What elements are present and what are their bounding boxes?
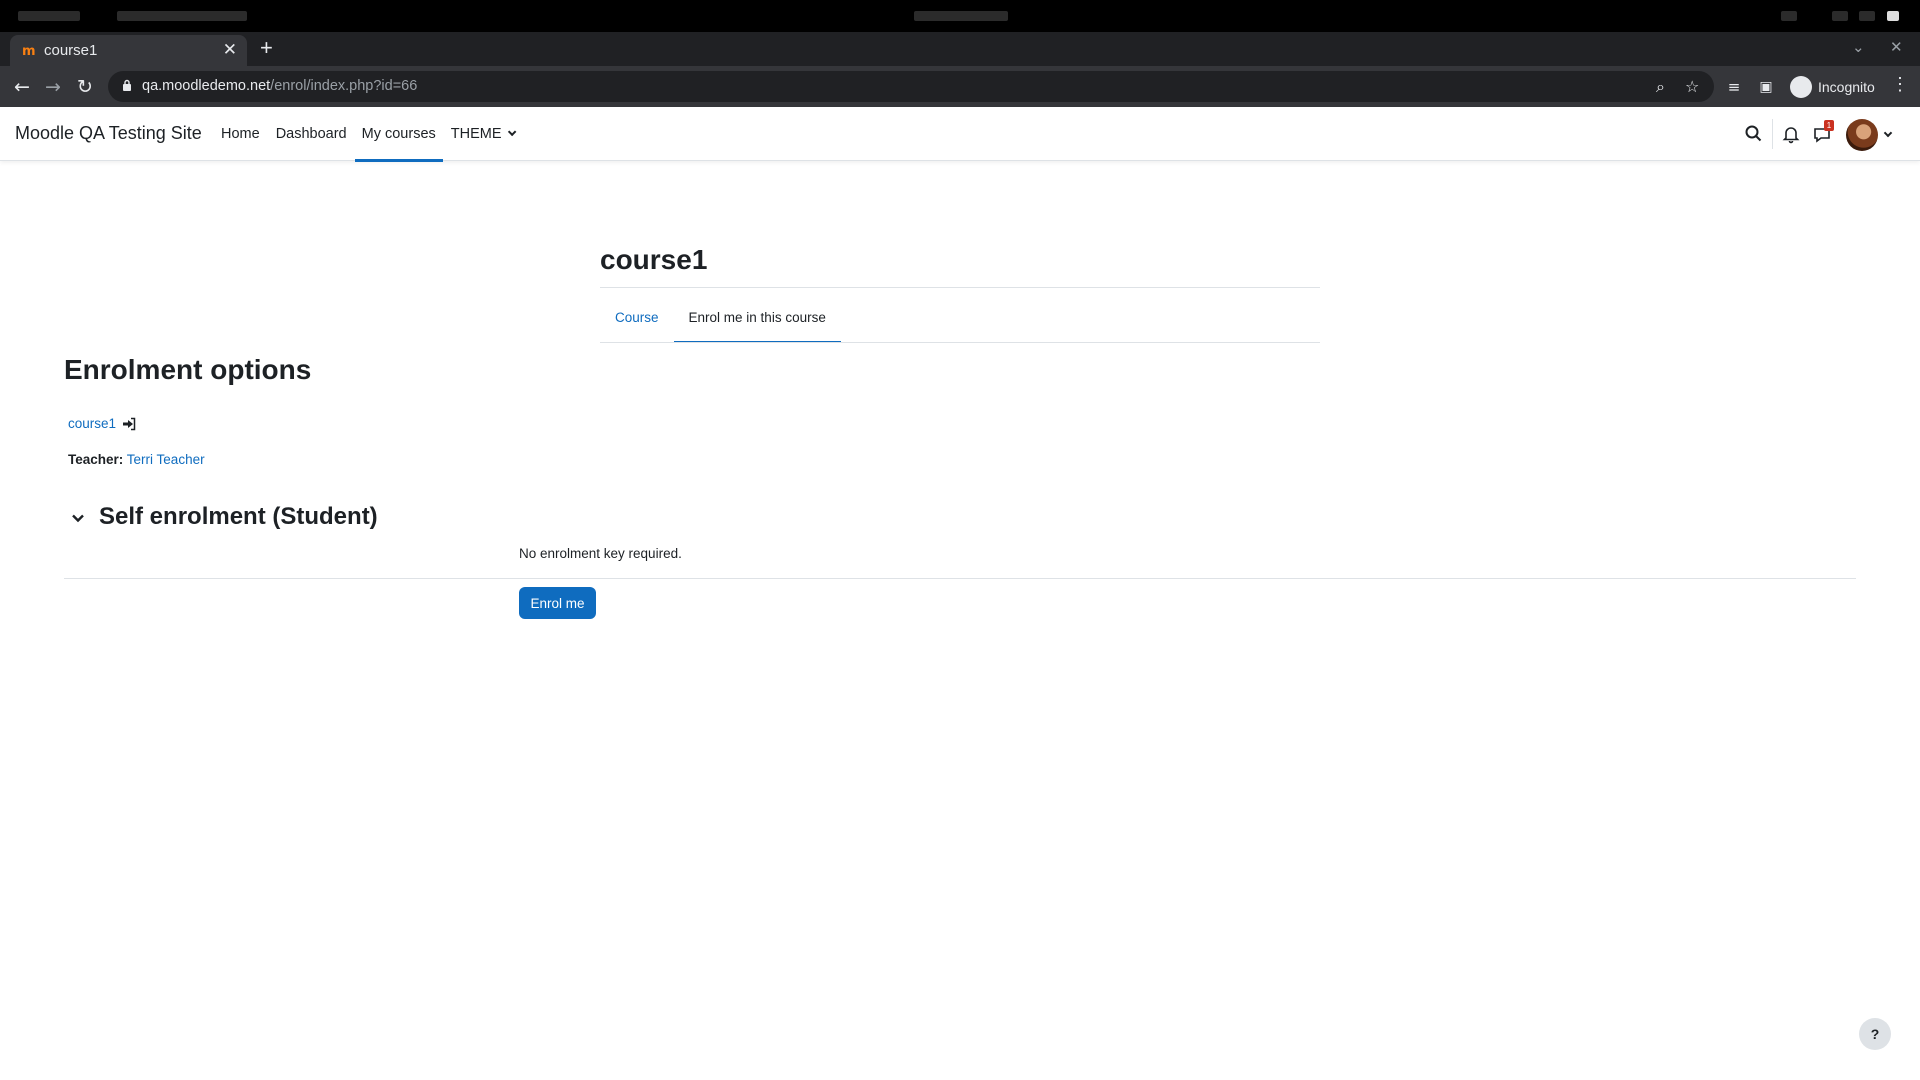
- nav-theme-dropdown[interactable]: THEME: [443, 107, 521, 161]
- enrol-me-button[interactable]: Enrol me: [519, 587, 596, 619]
- secondary-navigation: Course Enrol me in this course: [600, 293, 842, 343]
- course-link-label: course1: [68, 416, 117, 431]
- tab-course[interactable]: Course: [600, 293, 674, 342]
- chevron-down-icon[interactable]: [70, 510, 86, 526]
- nav-dashboard[interactable]: Dashboard: [268, 107, 355, 161]
- os-top-bar: [0, 0, 1920, 32]
- url-path: /enrol/index.php?id=66: [270, 78, 418, 94]
- no-key-text: No enrolment key required.: [519, 546, 682, 561]
- side-panel-icon[interactable]: ▣: [1753, 74, 1779, 100]
- message-count-badge: 1: [1824, 120, 1834, 131]
- os-tray-block: [1832, 11, 1848, 21]
- browser-menu-icon[interactable]: ⋮: [1891, 74, 1909, 95]
- bell-icon[interactable]: [1779, 122, 1803, 146]
- chevron-down-icon: [507, 127, 516, 137]
- navbar-divider: [1772, 119, 1773, 149]
- page-title: course1: [600, 244, 708, 275]
- tab-title: course1: [44, 42, 98, 59]
- new-tab-button[interactable]: +: [260, 34, 273, 62]
- nav-home[interactable]: Home: [213, 107, 268, 161]
- incognito-indicator[interactable]: Incognito: [1786, 71, 1887, 102]
- tab-close-icon[interactable]: ✕: [223, 40, 237, 60]
- teacher-name-link[interactable]: Terri Teacher: [127, 452, 205, 467]
- primary-navigation: Home Dashboard My courses THEME: [213, 107, 521, 162]
- nav-theme-label: THEME: [450, 126, 502, 142]
- back-icon[interactable]: ←: [9, 74, 35, 100]
- tab-enrol-me[interactable]: Enrol me in this course: [673, 293, 842, 343]
- header-divider: [600, 287, 1320, 288]
- browser-toolbar: ← → ↻ qa.moodledemo.net/enrol/index.php?…: [0, 66, 1920, 107]
- lock-icon: [123, 79, 131, 91]
- bookmark-star-icon[interactable]: ☆: [1685, 77, 1699, 96]
- os-tray-block: [1859, 11, 1875, 21]
- self-enrolment-heading[interactable]: Self enrolment (Student): [99, 503, 378, 531]
- os-tray-block: [1781, 11, 1797, 21]
- site-navbar: Moodle QA Testing Site Home Dashboard My…: [0, 107, 1920, 162]
- url-text: qa.moodledemo.net/enrol/index.php?id=66: [142, 78, 417, 94]
- nav-my-courses[interactable]: My courses: [354, 107, 443, 162]
- sign-in-icon: [123, 417, 136, 430]
- forward-icon[interactable]: →: [40, 74, 66, 100]
- os-menu-block: [18, 11, 80, 21]
- form-divider: [64, 578, 1856, 579]
- os-window-block: [117, 11, 247, 21]
- os-clock-block: [914, 11, 1008, 21]
- help-button[interactable]: ?: [1859, 1018, 1891, 1050]
- page-header: course1: [600, 238, 1320, 282]
- course-link[interactable]: course1: [68, 416, 136, 431]
- search-icon[interactable]: [1742, 122, 1766, 146]
- teacher-line: Teacher: Terri Teacher: [68, 452, 205, 467]
- browser-tab[interactable]: m course1 ✕: [10, 35, 247, 66]
- zoom-icon[interactable]: ⌕: [1656, 77, 1665, 97]
- reload-icon[interactable]: ↻: [72, 74, 98, 100]
- teacher-label: Teacher:: [68, 452, 124, 467]
- address-bar[interactable]: qa.moodledemo.net/enrol/index.php?id=66 …: [108, 71, 1714, 102]
- window-close-icon[interactable]: ✕: [1890, 38, 1903, 56]
- moodle-favicon-icon: m: [22, 44, 36, 59]
- site-name[interactable]: Moodle QA Testing Site: [15, 123, 202, 144]
- browser-tab-strip: m course1 ✕ + ⌄ ✕: [0, 32, 1920, 66]
- incognito-label: Incognito: [1818, 78, 1875, 95]
- reading-list-icon[interactable]: ≡: [1721, 74, 1747, 100]
- enrolment-options-heading: Enrolment options: [64, 354, 312, 385]
- secondary-nav-divider: [600, 342, 1320, 343]
- battery-icon: [1887, 11, 1899, 21]
- tab-search-chevron-icon[interactable]: ⌄: [1852, 38, 1865, 56]
- url-host: qa.moodledemo.net: [142, 78, 271, 94]
- avatar[interactable]: [1846, 119, 1878, 151]
- incognito-icon: [1790, 75, 1812, 98]
